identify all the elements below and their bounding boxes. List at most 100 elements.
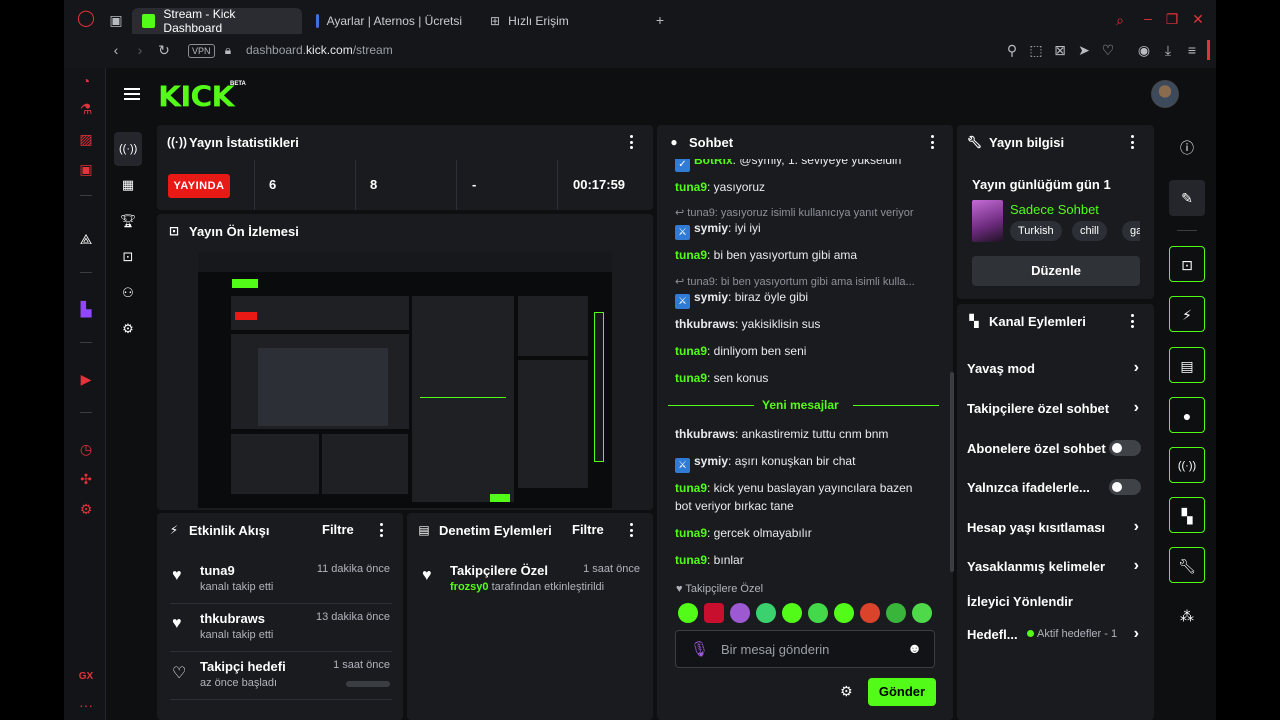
minimize-icon[interactable]: – [1140, 11, 1156, 25]
chat-user[interactable]: tuna9 [675, 344, 707, 358]
analytics-nav-icon[interactable]: ▦ [119, 176, 137, 194]
activity-widget-icon[interactable]: ⚡︎ [1169, 296, 1205, 332]
forward-icon[interactable]: › [132, 43, 148, 57]
menu-icon[interactable]: ≡ [1184, 43, 1200, 57]
extensions-icon[interactable]: ✣ [77, 470, 95, 488]
edit-stream-info-button[interactable]: Düzenle [972, 256, 1140, 286]
address-bar[interactable]: dashboard.kick.com/stream [246, 43, 393, 57]
emote-icon[interactable] [834, 603, 854, 623]
row-label: Hesap yaşı kısıtlaması [967, 520, 1106, 535]
trophy-nav-icon[interactable]: 🏆︎ [119, 212, 137, 230]
emote-icon[interactable] [808, 603, 828, 623]
chat-user[interactable]: tuna9 [675, 248, 707, 262]
banned-words-row[interactable]: Yasaklanmış kelimeler › [967, 557, 1147, 574]
moderation-filter-button[interactable]: Filtre [572, 522, 604, 537]
kebab-menu-icon[interactable] [1130, 314, 1134, 328]
emote-icon[interactable] [860, 603, 880, 623]
kebab-menu-icon[interactable] [930, 135, 934, 149]
chat-settings-icon[interactable]: ⚙ [840, 683, 853, 700]
tab-quick-access[interactable]: ⊞ Hızlı Erişim [480, 8, 630, 34]
emote-icon[interactable] [704, 603, 724, 623]
actions-widget-icon[interactable]: ▚ [1169, 497, 1205, 533]
kebab-menu-icon[interactable] [629, 135, 633, 149]
emote-icon[interactable] [912, 603, 932, 623]
close-icon[interactable]: ✕ [1190, 12, 1206, 26]
new-messages-label[interactable]: Yeni mesajlar [762, 398, 839, 412]
player-icon[interactable]: ▶ [77, 370, 95, 388]
gx-corner-icon[interactable]: ▣ [77, 160, 95, 178]
back-icon[interactable]: ‹ [108, 43, 124, 57]
community-nav-icon[interactable]: ⚇ [119, 284, 137, 302]
kebab-menu-icon[interactable] [629, 523, 633, 537]
workspaces-icon[interactable]: ▣ [108, 13, 124, 27]
emotes-only-toggle[interactable] [1109, 479, 1141, 495]
chat-user[interactable]: tuna9 [675, 553, 707, 567]
history-icon[interactable]: ◷ [77, 440, 95, 458]
twitch-icon[interactable]: ▙ [77, 300, 95, 318]
microphone-icon[interactable]: 🎙︎ [690, 640, 709, 658]
moderation-widget-icon[interactable]: ▤ [1169, 347, 1205, 383]
kick-sidebar-icon[interactable]: ⟁ [77, 230, 95, 248]
kick-logo[interactable]: KICK [158, 81, 235, 114]
account-age-row[interactable]: Hesap yaşı kısıtlaması › [967, 518, 1147, 535]
preview-widget-icon[interactable]: ⊡ [1169, 246, 1205, 282]
chat-user[interactable]: tuna9 [675, 371, 707, 385]
followers-only-row[interactable]: Takipçilere özel sohbet › [967, 399, 1147, 416]
panel-title: Yayın İstatistikleri [189, 134, 299, 150]
category-thumbnail[interactable] [972, 200, 1003, 242]
kebab-menu-icon[interactable] [379, 523, 383, 537]
activity-user[interactable]: thkubraws [200, 611, 265, 626]
chat-scrollbar[interactable] [950, 372, 954, 572]
settings-nav-icon[interactable]: ⚙ [119, 320, 137, 338]
more-icon[interactable]: ··· [77, 696, 95, 714]
new-tab-icon[interactable]: + [652, 13, 668, 27]
chat-user[interactable]: tuna9 [675, 526, 707, 540]
chat-user[interactable]: BotRix [694, 159, 733, 167]
info-widget-icon[interactable]: 🔧︎ [1169, 547, 1205, 583]
activity-user[interactable]: tuna9 [200, 563, 235, 578]
vpn-badge[interactable]: VPN [188, 44, 215, 58]
chat-user[interactable]: thkubraws [675, 317, 735, 331]
menu-toggle-icon[interactable] [124, 88, 140, 100]
slow-mode-row[interactable]: Yavaş mod › [967, 359, 1147, 376]
maximize-icon[interactable]: ❐ [1164, 12, 1180, 26]
emote-icon[interactable] [782, 603, 802, 623]
stats-widget-icon[interactable]: ((·)) [1169, 447, 1205, 483]
emoji-picker-icon[interactable]: ☻ [907, 640, 922, 656]
emote-icon[interactable] [886, 603, 906, 623]
activity-filter-button[interactable]: Filtre [322, 522, 354, 537]
edit-pencil-icon[interactable]: ✎ [1169, 180, 1205, 216]
tab-kick-dashboard[interactable]: Stream - Kick Dashboard [132, 7, 302, 35]
chat-user[interactable]: thkubraws [675, 427, 735, 441]
moderation-nav-icon[interactable]: ⊡ [119, 248, 137, 266]
chat-user[interactable]: symiy [694, 290, 728, 304]
moderator-name[interactable]: frozsy0 [450, 581, 489, 593]
speed-dial-icon[interactable]: ◔ [77, 72, 95, 90]
emote-icon[interactable] [678, 603, 698, 623]
send-button[interactable]: Gönder [868, 678, 936, 706]
chat-user[interactable]: symiy [694, 454, 728, 468]
sidebar-divider [80, 342, 92, 343]
more-widgets-icon[interactable]: ⁂ [1169, 598, 1205, 634]
opera-logo-icon[interactable]: ◯ [77, 11, 95, 27]
reload-icon[interactable]: ↻ [156, 43, 172, 57]
chat-widget-icon[interactable]: ● [1169, 397, 1205, 433]
emote-icon[interactable] [756, 603, 776, 623]
settings-icon[interactable]: ⚙ [77, 500, 95, 518]
gx-control-icon[interactable]: ⚗ [77, 100, 95, 118]
info-icon[interactable]: ⓘ [1169, 130, 1205, 166]
host-row[interactable]: İzleyici Yönlendir [967, 594, 1147, 609]
chat-user[interactable]: tuna9 [675, 180, 707, 194]
stream-preview-video[interactable] [198, 252, 612, 508]
chat-user[interactable]: tuna9 [675, 481, 707, 495]
emote-icon[interactable] [730, 603, 750, 623]
cleaner-icon[interactable]: ▨ [77, 130, 95, 148]
chat-message-input[interactable]: 🎙︎ Bir mesaj gönderin ☻ [675, 630, 935, 668]
download-icon[interactable]: ⤓ [1160, 43, 1176, 57]
chat-user[interactable]: symiy [694, 221, 728, 235]
tab-aternos[interactable]: Ayarlar | Aternos | Ücretsi [306, 8, 472, 34]
subscribers-only-toggle[interactable] [1109, 440, 1141, 456]
user-avatar[interactable] [1151, 80, 1179, 108]
stream-nav-icon[interactable]: ((·)) [119, 140, 137, 158]
goals-row[interactable]: Hedefl... Aktif hedefler - 1 › [967, 625, 1147, 642]
